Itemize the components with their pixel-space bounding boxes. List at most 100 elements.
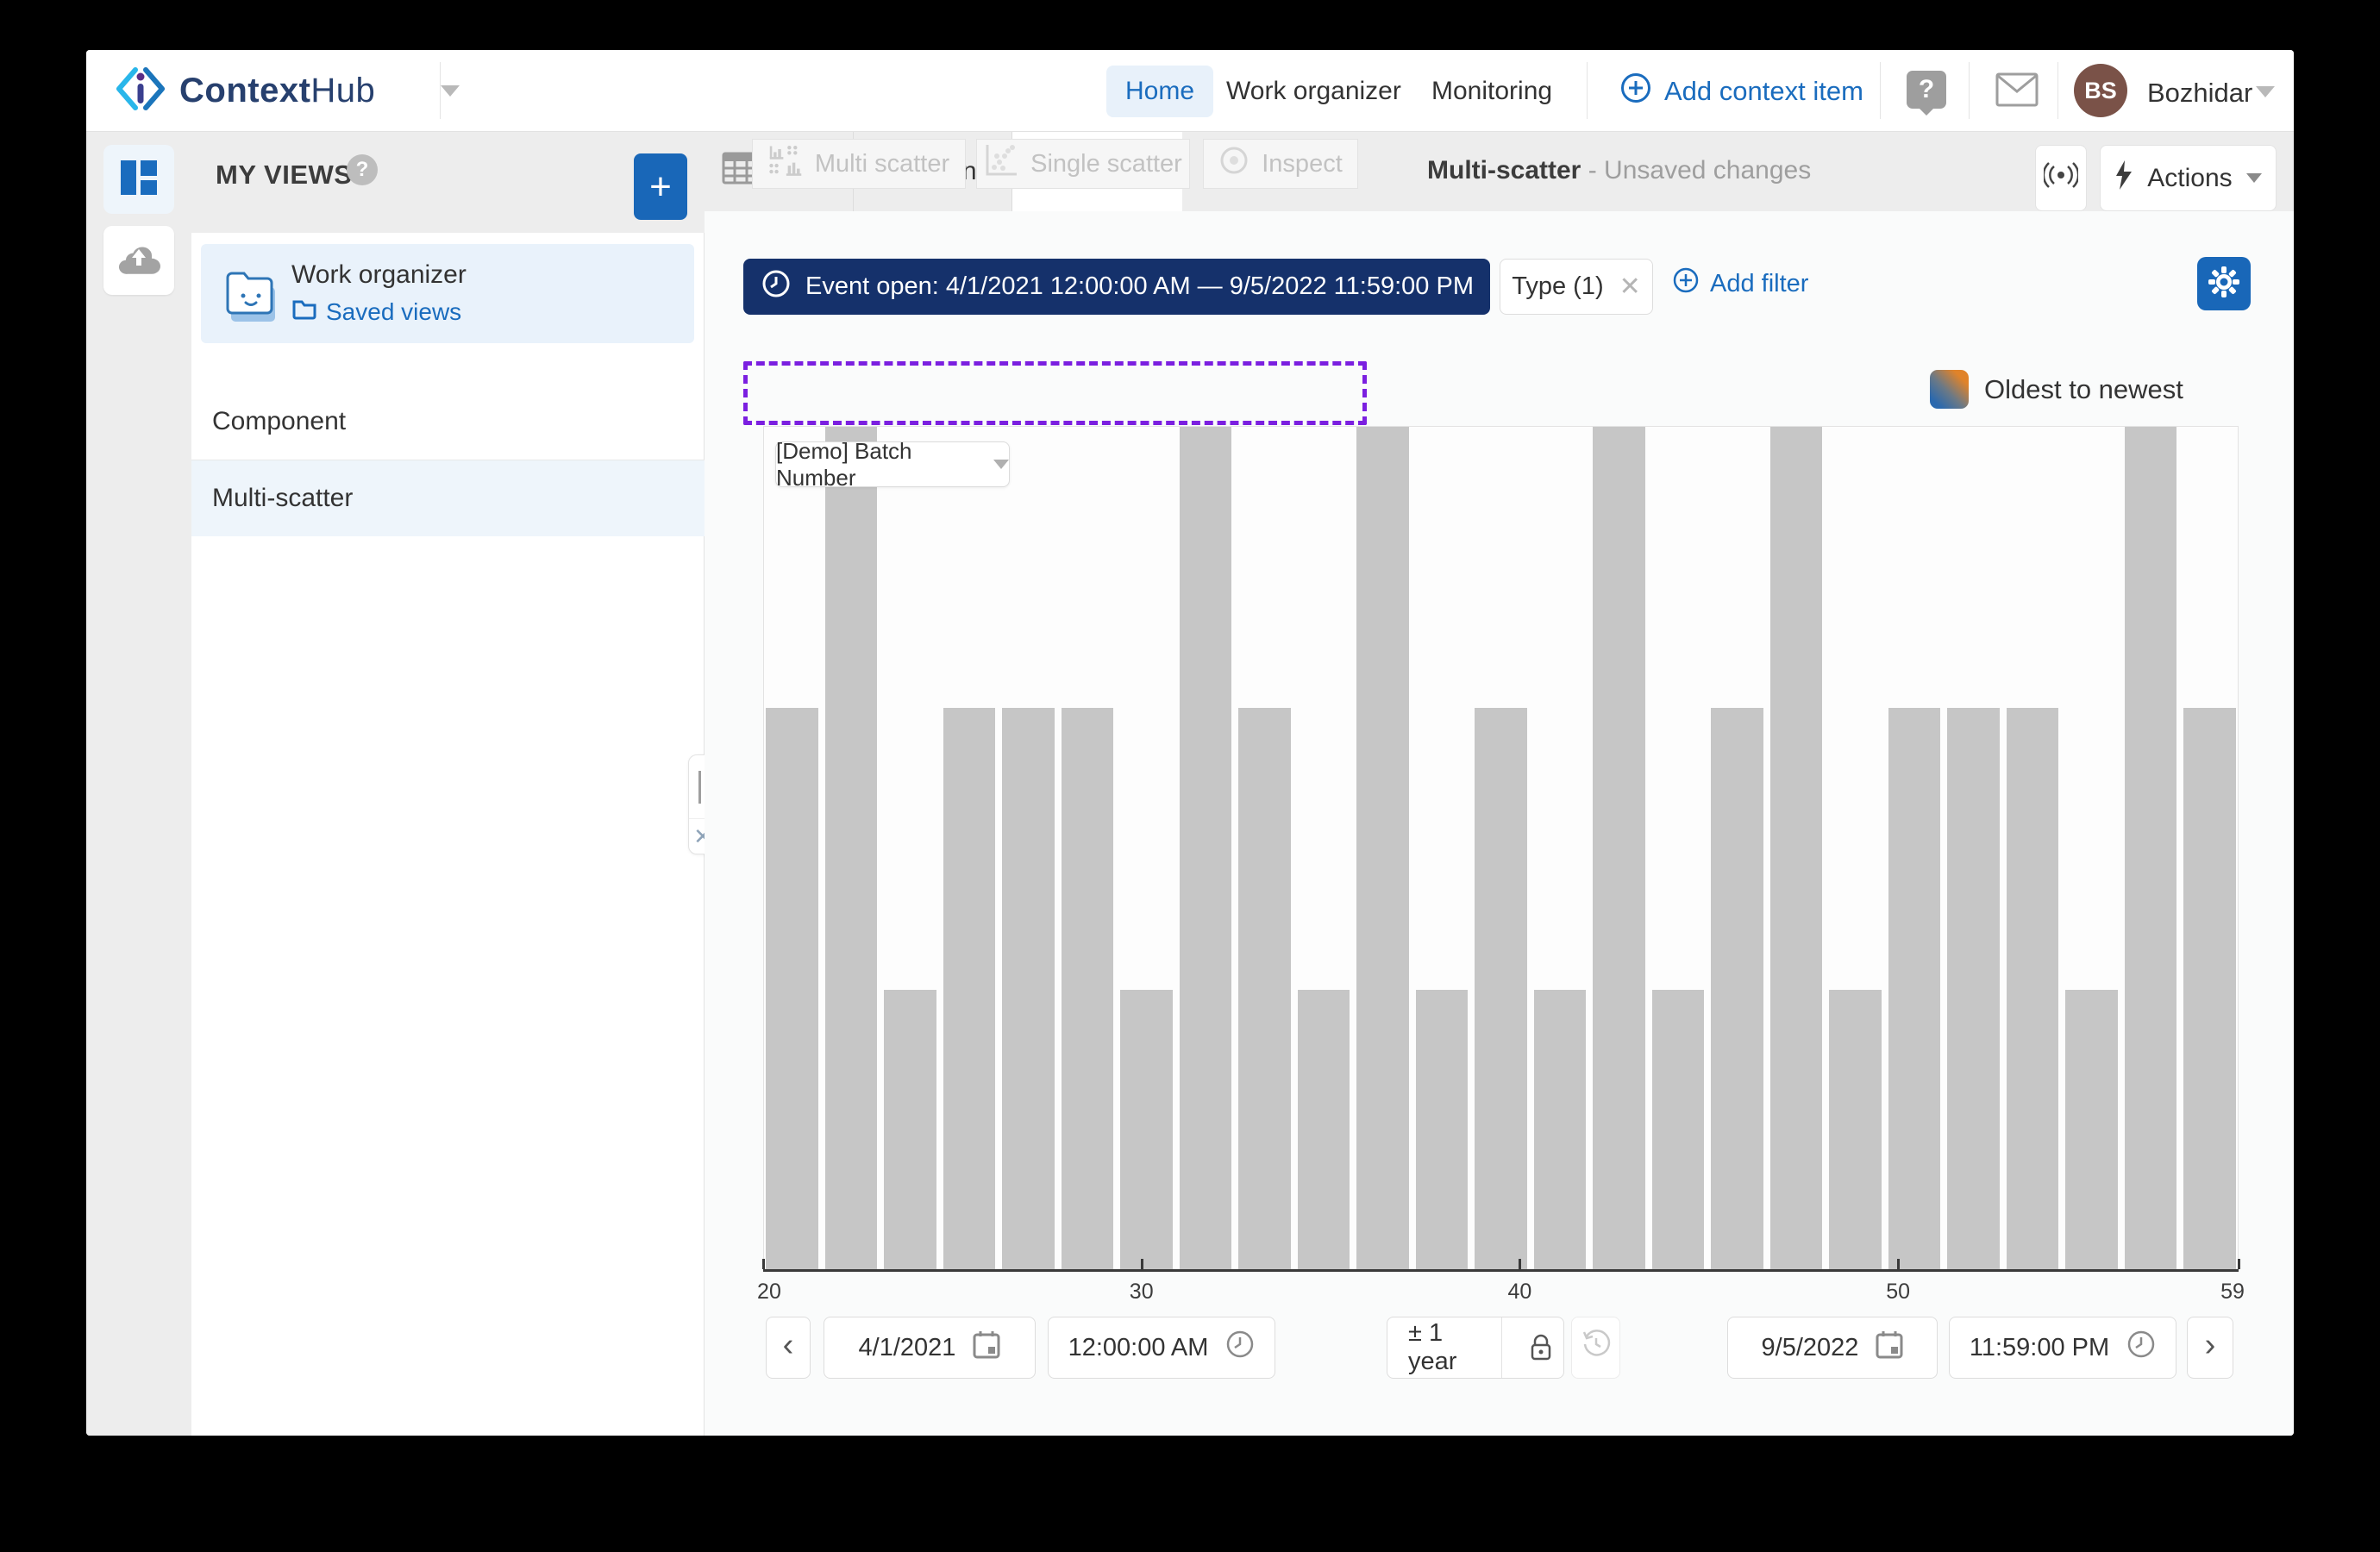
bar bbox=[2183, 708, 2236, 1271]
brand-chevron-down-icon[interactable] bbox=[441, 85, 460, 97]
sidebar-header: MY VIEWS ? + bbox=[191, 132, 705, 233]
calendar-icon bbox=[973, 1330, 1000, 1366]
end-time-field[interactable]: 11:59:00 PM bbox=[1949, 1317, 2176, 1379]
bar bbox=[1416, 990, 1469, 1271]
folder-smiley-icon bbox=[222, 263, 280, 329]
main-area: Table Gantt Scatter bbox=[705, 132, 2294, 1436]
bar bbox=[825, 427, 878, 1271]
pan-right-button[interactable]: › bbox=[2187, 1317, 2233, 1379]
end-date-field[interactable]: 9/5/2022 bbox=[1727, 1317, 1938, 1379]
scatter-chart[interactable]: [Demo] Batch Number bbox=[763, 426, 2239, 1272]
axis-tick bbox=[1897, 1259, 1900, 1269]
help-icon[interactable]: ? bbox=[1907, 71, 1946, 109]
plus-circle-icon bbox=[1619, 72, 1652, 111]
broadcast-icon bbox=[2044, 161, 2078, 196]
axis-tick-label: 20 bbox=[757, 1280, 781, 1305]
clock-icon bbox=[2126, 1330, 2156, 1366]
remove-filter-icon[interactable]: ✕ bbox=[1619, 272, 1641, 302]
plus-circle-icon bbox=[1672, 266, 1700, 301]
actions-chevron-down-icon bbox=[2246, 173, 2262, 183]
views-panel-button[interactable] bbox=[103, 145, 174, 214]
multi-scatter-button[interactable]: Multi scatter bbox=[752, 139, 966, 189]
add-view-button[interactable]: + bbox=[634, 153, 687, 220]
bar bbox=[766, 708, 818, 1271]
start-date-field[interactable]: 4/1/2021 bbox=[824, 1317, 1036, 1379]
user-name[interactable]: Bozhidar bbox=[2147, 78, 2252, 109]
cloud-upload-icon bbox=[116, 241, 161, 280]
nav-home[interactable]: Home bbox=[1106, 66, 1213, 117]
nav-work-organizer[interactable]: Work organizer bbox=[1207, 66, 1420, 117]
avatar[interactable]: BS bbox=[2074, 64, 2127, 117]
bar bbox=[2125, 427, 2177, 1271]
saved-views-link[interactable]: Saved views bbox=[291, 297, 461, 326]
sidebar-help-icon[interactable]: ? bbox=[347, 154, 378, 185]
sidebar-title: MY VIEWS bbox=[216, 160, 352, 191]
pan-left-button[interactable]: ‹ bbox=[766, 1317, 811, 1379]
brand-name: ContextHub bbox=[179, 72, 375, 110]
axis-tick bbox=[2238, 1259, 2240, 1269]
bar bbox=[1002, 708, 1055, 1271]
bar bbox=[1829, 990, 1882, 1271]
bar bbox=[884, 990, 936, 1271]
bar bbox=[1062, 708, 1114, 1271]
bar bbox=[2065, 990, 2118, 1271]
color-legend: Oldest to newest bbox=[1930, 370, 2183, 409]
bar bbox=[1356, 427, 1409, 1271]
lightning-icon bbox=[2114, 160, 2133, 197]
layout-views-icon bbox=[119, 159, 159, 201]
add-filter-button[interactable]: Add filter bbox=[1672, 266, 1808, 301]
range-label[interactable]: ± 1 year bbox=[1387, 1317, 1502, 1378]
bar bbox=[943, 708, 996, 1271]
upload-panel-button[interactable] bbox=[103, 226, 174, 295]
annotation-dashed-box bbox=[743, 361, 1367, 425]
bar bbox=[2007, 708, 2059, 1271]
divider bbox=[440, 62, 441, 119]
bar bbox=[1475, 708, 1527, 1271]
view-title: Multi-scatter - Unsaved changes bbox=[1427, 156, 1811, 185]
user-chevron-down-icon[interactable] bbox=[2256, 86, 2275, 97]
event-open-filter-pill[interactable]: Event open: 4/1/2021 12:00:00 AM — 9/5/2… bbox=[743, 259, 1490, 315]
single-scatter-button[interactable]: Single scatter bbox=[976, 139, 1190, 189]
bar bbox=[1947, 708, 2000, 1271]
type-filter-chip[interactable]: Type (1) ✕ bbox=[1500, 259, 1653, 315]
mail-icon[interactable] bbox=[1995, 72, 2039, 111]
axis-tick-label: 30 bbox=[1130, 1280, 1154, 1305]
calendar-icon bbox=[1876, 1330, 1903, 1366]
bar bbox=[1298, 990, 1350, 1271]
bar bbox=[1593, 427, 1645, 1271]
broadcast-button[interactable] bbox=[2035, 145, 2087, 211]
brand-logo[interactable]: ContextHub bbox=[116, 65, 460, 116]
sidebar-item-multi-scatter[interactable]: Multi-scatter bbox=[191, 460, 705, 536]
work-organizer-card[interactable]: Work organizer Saved views bbox=[201, 244, 694, 343]
axis-tick bbox=[762, 1259, 765, 1269]
clock-icon bbox=[1225, 1330, 1255, 1366]
chart-settings-button[interactable] bbox=[2197, 257, 2251, 310]
gradient-legend-icon bbox=[1930, 370, 1969, 409]
add-context-item-button[interactable]: Add context item bbox=[1619, 66, 1863, 117]
axis-tick bbox=[1519, 1259, 1521, 1269]
single-scatter-icon bbox=[984, 143, 1018, 185]
sidebar-panel: Work organizer Saved views Component Mul… bbox=[191, 233, 705, 1436]
axis-tick-label: 50 bbox=[1886, 1280, 1910, 1305]
left-rail bbox=[86, 132, 191, 1436]
bar bbox=[1534, 990, 1587, 1271]
lock-icon[interactable] bbox=[1519, 1317, 1563, 1378]
nav-monitoring[interactable]: Monitoring bbox=[1412, 66, 1571, 117]
divider bbox=[1969, 62, 1970, 119]
gear-icon bbox=[2207, 265, 2241, 304]
axis-tick-label: 59 bbox=[2220, 1280, 2245, 1305]
bar bbox=[1770, 427, 1823, 1271]
reset-history-button[interactable] bbox=[1571, 1317, 1620, 1379]
multi-scatter-icon bbox=[768, 143, 803, 185]
inspect-button[interactable]: Inspect bbox=[1203, 139, 1358, 189]
actions-button[interactable]: Actions bbox=[2100, 145, 2277, 211]
start-time-field[interactable]: 12:00:00 AM bbox=[1048, 1317, 1275, 1379]
series-selector-dropdown[interactable]: [Demo] Batch Number bbox=[775, 441, 1010, 487]
bar bbox=[1180, 427, 1232, 1271]
divider bbox=[1587, 62, 1588, 119]
legend-label: Oldest to newest bbox=[1984, 374, 2183, 405]
axis-tick-label: 40 bbox=[1508, 1280, 1532, 1305]
range-control[interactable]: ± 1 year bbox=[1387, 1317, 1564, 1379]
bars bbox=[764, 427, 2238, 1271]
sidebar-item-component[interactable]: Component bbox=[191, 383, 705, 460]
